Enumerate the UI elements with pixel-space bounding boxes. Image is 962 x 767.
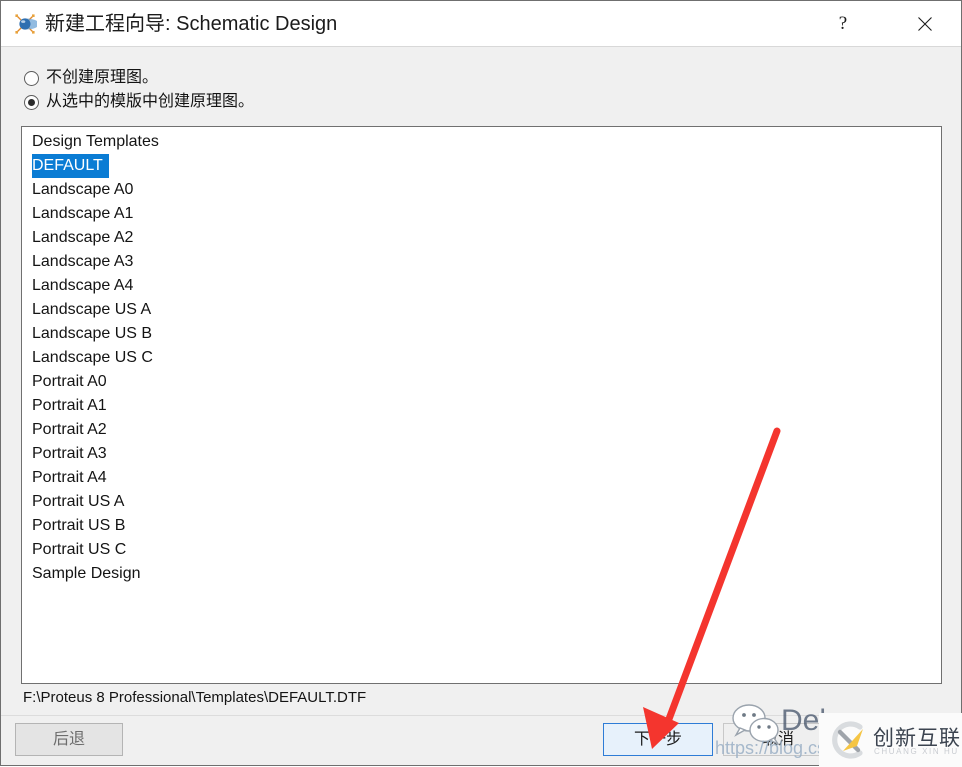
selected-template-path: F:\Proteus 8 Professional\Templates\DEFA… <box>23 689 367 706</box>
title-bar: 新建工程向导: Schematic Design ? <box>1 1 961 47</box>
window-title: 新建工程向导: Schematic Design <box>45 13 338 35</box>
design-templates-list-inner: Design Templates DEFAULT Landscape A0 La… <box>22 127 941 586</box>
list-item[interactable]: Landscape A2 <box>22 226 941 250</box>
radio-no-schematic-label: 不创建原理图。 <box>46 69 159 86</box>
help-button[interactable]: ? <box>815 1 871 46</box>
list-item[interactable]: Landscape US C <box>22 346 941 370</box>
list-item[interactable]: Portrait A3 <box>22 442 941 466</box>
dialog-footer: 后退 下一步 取消 <box>1 715 961 765</box>
list-group-header: Design Templates <box>32 133 159 150</box>
radio-from-template-label: 从选中的模版中创建原理图。 <box>46 93 255 110</box>
list-item[interactable]: Sample Design <box>22 562 941 586</box>
close-button[interactable] <box>897 1 953 46</box>
list-item[interactable]: Landscape A1 <box>22 202 941 226</box>
back-button[interactable]: 后退 <box>15 723 123 756</box>
list-item[interactable]: Portrait A2 <box>22 418 941 442</box>
list-item[interactable]: Portrait US A <box>22 490 941 514</box>
proteus-globe-icon <box>13 12 40 36</box>
radio-option-from-template[interactable]: 从选中的模版中创建原理图。 <box>24 91 254 113</box>
new-project-wizard-dialog: 新建工程向导: Schematic Design ? 不创建原理图。 从选中的模… <box>0 0 962 767</box>
list-item[interactable]: Portrait A0 <box>22 370 941 394</box>
close-icon <box>918 16 932 31</box>
list-item[interactable]: Portrait A1 <box>22 394 941 418</box>
next-button[interactable]: 下一步 <box>603 723 713 756</box>
list-item[interactable]: Landscape US B <box>22 322 941 346</box>
list-item[interactable]: Portrait A4 <box>22 466 941 490</box>
list-item[interactable]: Portrait US C <box>22 538 941 562</box>
list-item-default[interactable]: DEFAULT <box>32 154 109 178</box>
list-item[interactable]: Landscape US A <box>22 298 941 322</box>
list-item[interactable]: Landscape A3 <box>22 250 941 274</box>
radio-from-template-mark[interactable] <box>24 94 39 110</box>
radio-no-schematic-mark[interactable] <box>24 70 39 86</box>
list-item-row: DEFAULT <box>22 154 941 178</box>
design-templates-list[interactable]: Design Templates DEFAULT Landscape A0 La… <box>21 126 942 684</box>
cancel-button[interactable]: 取消 <box>723 723 833 756</box>
radio-option-no-schematic[interactable]: 不创建原理图。 <box>24 67 158 89</box>
list-item[interactable]: Landscape A0 <box>22 178 941 202</box>
list-item[interactable]: Portrait US B <box>22 514 941 538</box>
list-item[interactable]: Landscape A4 <box>22 274 941 298</box>
